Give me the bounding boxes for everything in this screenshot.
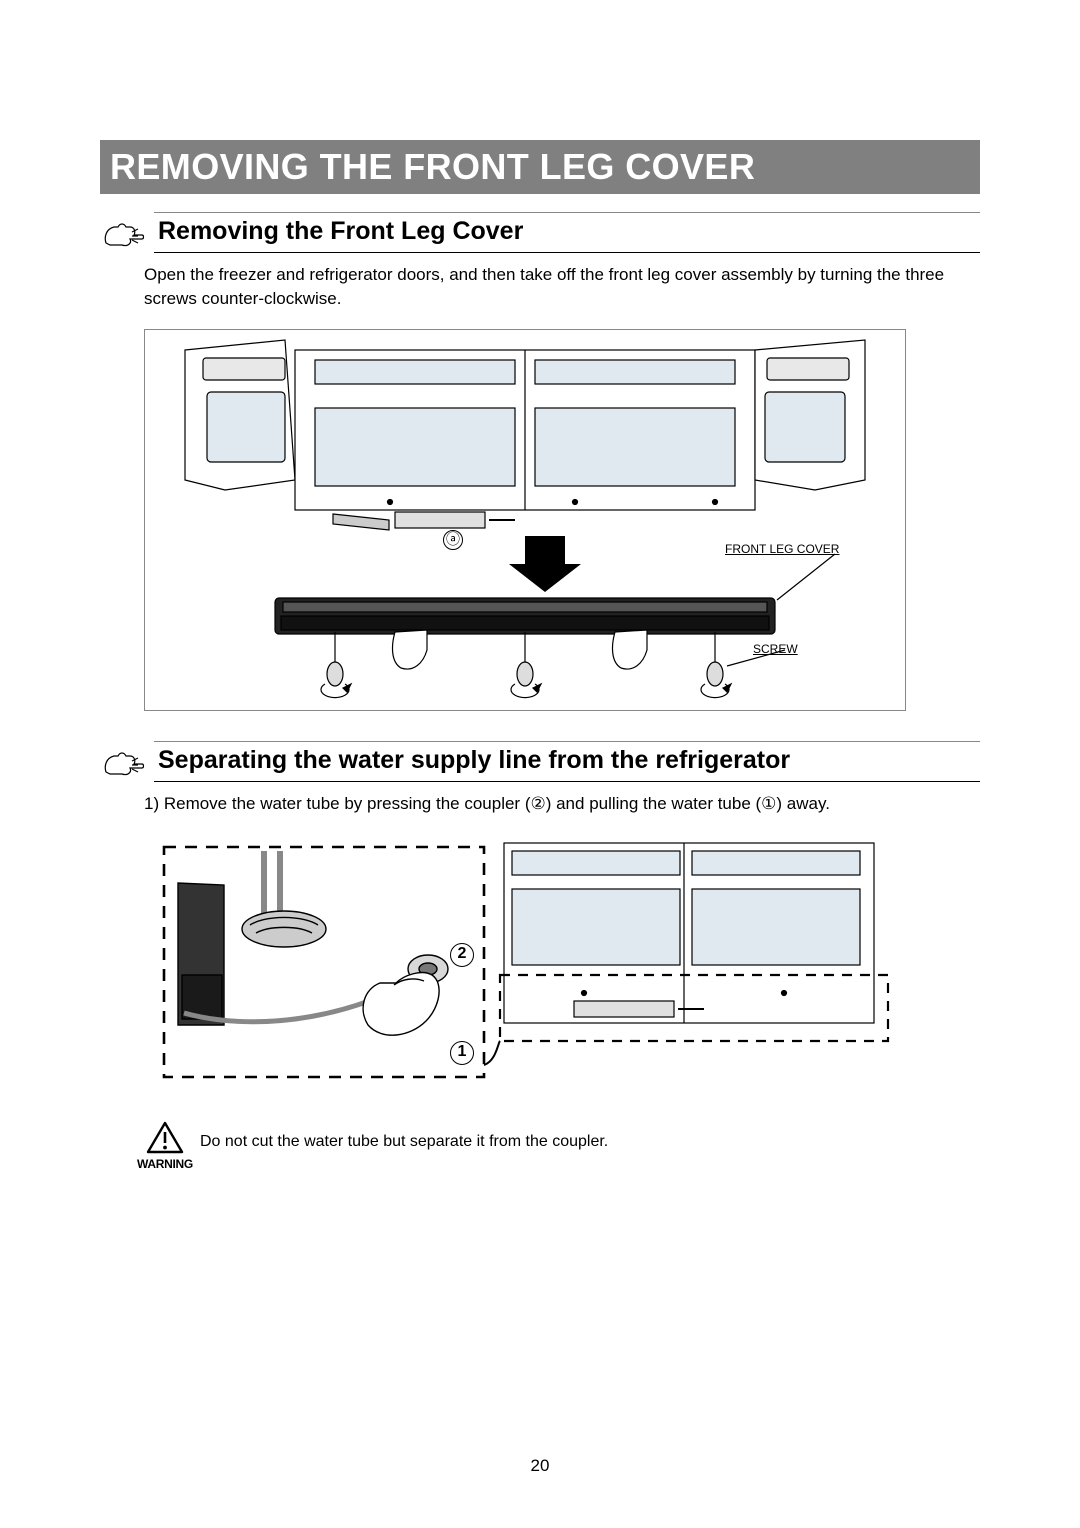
warning-label: WARNING — [137, 1157, 193, 1171]
label-screw: SCREW — [753, 642, 798, 656]
section-title-rule-2: Separating the water supply line from th… — [154, 741, 980, 782]
warning-block: WARNING Do not cut the water tube but se… — [144, 1121, 980, 1163]
section-header-2: Separating the water supply line from th… — [100, 741, 980, 782]
figure-front-leg-cover: ⓐ FRONT LEG COVER SCREW — [144, 329, 906, 711]
label-front-leg-cover: FRONT LEG COVER — [725, 542, 839, 556]
page-title: REMOVING THE FRONT LEG COVER — [110, 146, 755, 187]
section2-title: Separating the water supply line from th… — [158, 746, 790, 774]
pointing-hand-icon — [100, 744, 146, 782]
warning-icon: WARNING — [144, 1121, 186, 1163]
page-number: 20 — [0, 1456, 1080, 1476]
section-title: Removing the Front Leg Cover — [158, 217, 523, 245]
section-header: Removing the Front Leg Cover — [100, 212, 980, 253]
section-removing-cover: Removing the Front Leg Cover Open the fr… — [100, 212, 980, 711]
section-title-rule: Removing the Front Leg Cover — [154, 212, 980, 253]
callout-a: ⓐ — [443, 530, 463, 550]
warning-text: Do not cut the water tube but separate i… — [200, 1133, 608, 1151]
section-separating-water-line: Separating the water supply line from th… — [100, 741, 980, 1164]
page-title-bar: REMOVING THE FRONT LEG COVER — [100, 140, 980, 194]
section1-body: Open the freezer and refrigerator doors,… — [144, 263, 980, 311]
pointing-hand-icon — [100, 215, 146, 253]
figure-water-line: 2 1 — [144, 825, 904, 1105]
section2-step: 1) Remove the water tube by pressing the… — [144, 792, 980, 816]
